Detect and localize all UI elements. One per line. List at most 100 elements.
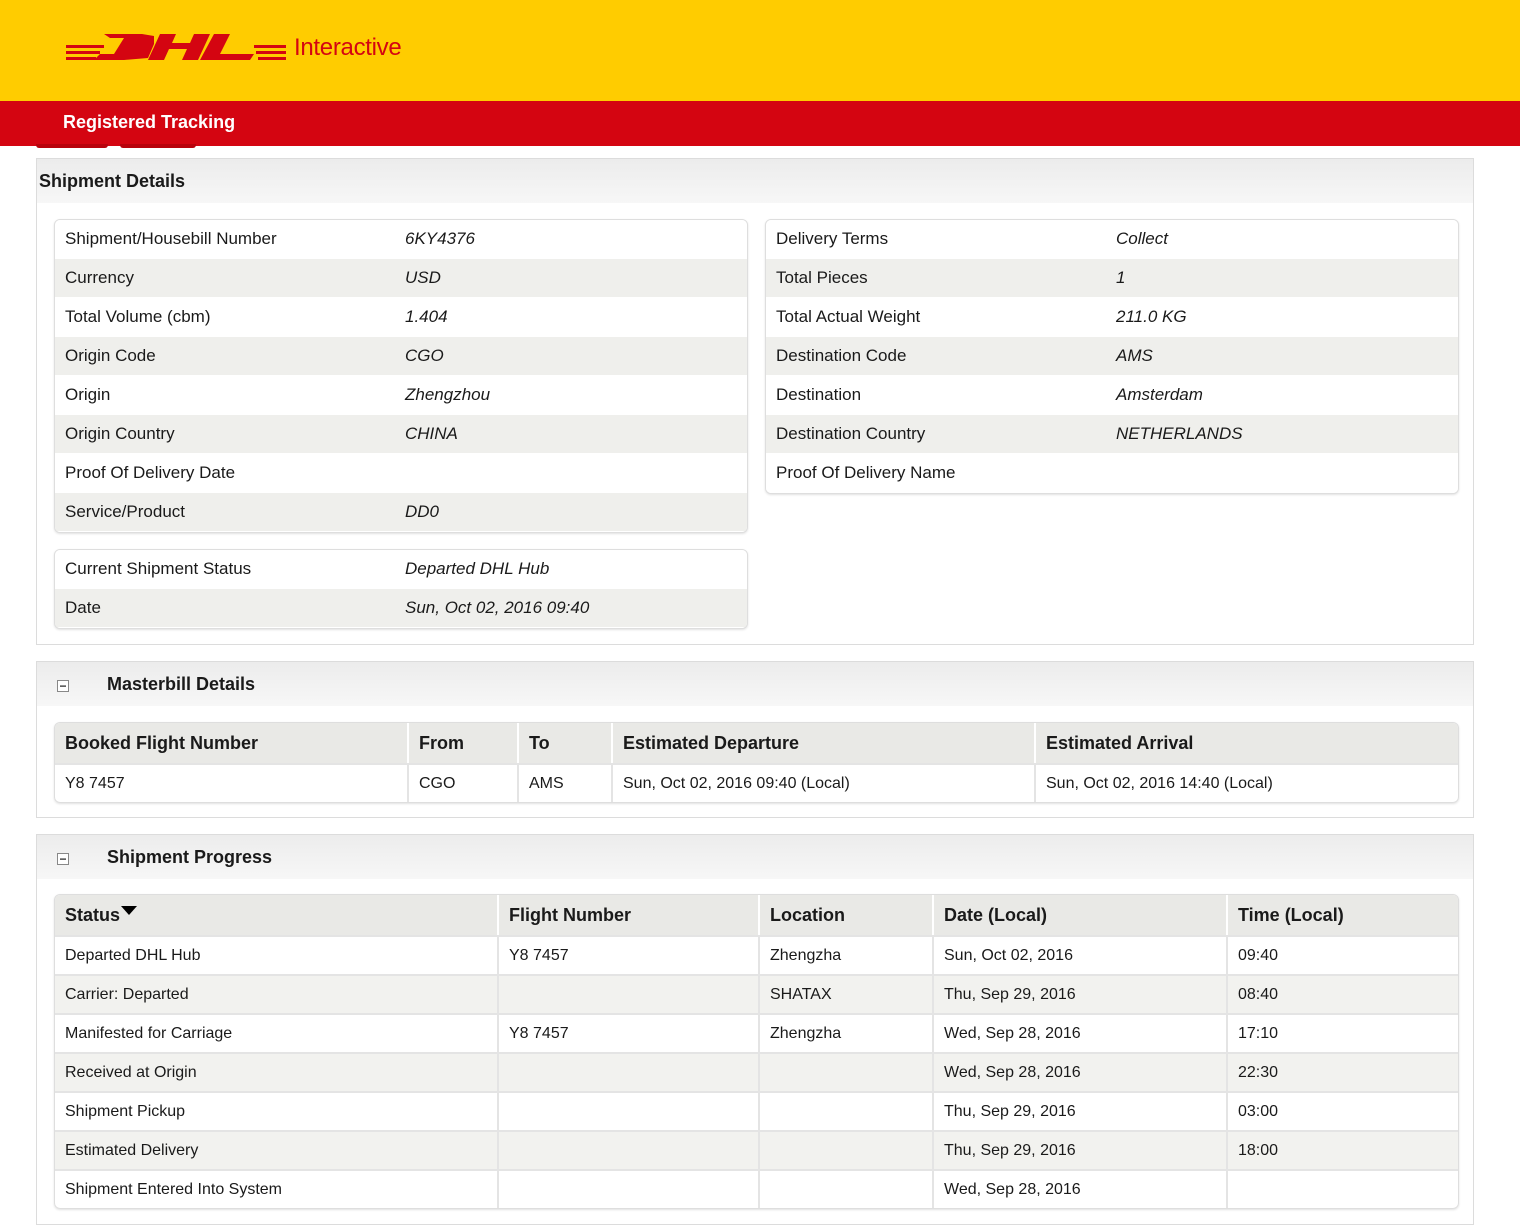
nav-tab-indicator [120, 144, 196, 148]
column-header[interactable]: Estimated Departure [613, 723, 1036, 763]
detail-label: Current Shipment Status [65, 559, 252, 578]
table-cell: CGO [409, 763, 519, 802]
table-cell: Zhengzha [760, 1013, 934, 1052]
column-header[interactable]: Flight Number [499, 895, 760, 935]
detail-row: Destination Country NETHERLANDS [766, 415, 1458, 454]
dhl-logo-icon [66, 34, 286, 60]
logo-subtitle: Interactive [294, 34, 402, 61]
table-row: Estimated Delivery Thu, Sep 29, 2016 18:00 [55, 1130, 1458, 1169]
detail-row: Destination Code AMS [766, 337, 1458, 376]
detail-row: Currency USD [55, 259, 747, 298]
detail-value: USD [405, 268, 441, 287]
table-cell: Sun, Oct 02, 2016 14:40 (Local) [1036, 763, 1458, 802]
detail-row: Origin Code CGO [55, 337, 747, 376]
table-cell [499, 974, 760, 1013]
collapse-toggle-icon[interactable]: − [57, 853, 69, 865]
detail-label: Origin Code [65, 346, 156, 365]
table-cell: Y8 7457 [499, 935, 760, 974]
column-header-label: Booked Flight Number [65, 732, 258, 753]
detail-label: Origin [65, 385, 111, 404]
detail-label: Destination Country [776, 424, 926, 443]
progress-table: Status Flight Number Location Date (Local) T… [54, 894, 1459, 1209]
table-cell: Shipment Pickup [55, 1091, 499, 1130]
detail-value: Zhengzhou [405, 385, 491, 404]
table-cell [499, 1091, 760, 1130]
detail-label: Service/Product [65, 502, 185, 521]
detail-value: CHINA [405, 424, 458, 443]
nav-title[interactable]: Registered Tracking [63, 112, 235, 133]
header-bar: Interactive [0, 0, 1520, 101]
column-header-label: Date (Local) [944, 904, 1048, 925]
detail-row: Service/Product DD0 [55, 493, 747, 532]
column-header-label: To [529, 732, 550, 753]
shipment-info-left: Shipment/Housebill Number 6KY4376 Currency… [54, 219, 748, 533]
table-cell: Estimated Delivery [55, 1130, 499, 1169]
current-status-box: Current Shipment Status Departed DHL Hub D… [54, 549, 748, 629]
table-cell [760, 1052, 934, 1091]
column-header[interactable]: Date (Local) [934, 895, 1228, 935]
detail-row: Proof Of Delivery Name [766, 454, 1458, 493]
table-cell [760, 1169, 934, 1208]
table-cell: 08:40 [1228, 974, 1458, 1013]
table-cell [1228, 1169, 1458, 1208]
detail-value: AMS [1116, 346, 1153, 365]
detail-label: Proof Of Delivery Date [65, 463, 236, 482]
table-cell: SHATAX [760, 974, 934, 1013]
detail-label: Destination Code [776, 346, 907, 365]
table-row: Received at Origin Wed, Sep 28, 2016 22:30 [55, 1052, 1458, 1091]
detail-value: 211.0 KG [1116, 307, 1187, 326]
masterbill-header[interactable]: − Masterbill Details [37, 662, 1473, 706]
shipment-info-right: Delivery Terms Collect Total Pieces 1 Total … [765, 219, 1459, 494]
progress-header[interactable]: − Shipment Progress [37, 835, 1473, 879]
detail-label: Delivery Terms [776, 229, 889, 248]
table-cell: Sun, Oct 02, 2016 [934, 935, 1228, 974]
detail-value: NETHERLANDS [1116, 424, 1243, 443]
table-cell: Sun, Oct 02, 2016 09:40 (Local) [613, 763, 1036, 802]
detail-label: Currency [65, 268, 134, 287]
detail-value: 6KY4376 [405, 229, 475, 248]
detail-value: Collect [1116, 229, 1168, 248]
shipment-details-header: Shipment Details [37, 159, 1473, 203]
collapse-toggle-icon[interactable]: − [57, 680, 69, 692]
detail-row: Origin Country CHINA [55, 415, 747, 454]
table-cell: 18:00 [1228, 1130, 1458, 1169]
detail-row: Total Pieces 1 [766, 259, 1458, 298]
shipment-details-panel: Shipment Details Shipment/Housebill Numb… [36, 158, 1474, 645]
table-cell: 09:40 [1228, 935, 1458, 974]
column-header-label: Location [770, 904, 845, 925]
table-cell: Zhengzha [760, 935, 934, 974]
shipment-progress-panel: − Shipment Progress Status Flight Number L… [36, 834, 1474, 1225]
table-cell: Thu, Sep 29, 2016 [934, 1091, 1228, 1130]
detail-row: Delivery Terms Collect [766, 220, 1458, 259]
column-header[interactable]: Location [760, 895, 934, 935]
table-row: Carrier: Departed SHATAX Thu, Sep 29, 2016… [55, 974, 1458, 1013]
nav-tab-indicator [36, 144, 108, 148]
column-header[interactable]: Time (Local) [1228, 895, 1458, 935]
table-cell: Shipment Entered Into System [55, 1169, 499, 1208]
table-cell: Received at Origin [55, 1052, 499, 1091]
table-row: Shipment Pickup Thu, Sep 29, 2016 03:00 [55, 1091, 1458, 1130]
detail-value: CGO [405, 346, 444, 365]
column-header[interactable]: Status [55, 895, 499, 935]
column-header[interactable]: To [519, 723, 613, 763]
column-header[interactable]: From [409, 723, 519, 763]
table-cell: 03:00 [1228, 1091, 1458, 1130]
table-cell: Wed, Sep 28, 2016 [934, 1169, 1228, 1208]
table-row: Manifested for Carriage Y8 7457 Zhengzha We… [55, 1013, 1458, 1052]
detail-label: Destination [776, 385, 862, 404]
table-cell [499, 1130, 760, 1169]
masterbill-title: Masterbill Details [107, 673, 256, 694]
column-header[interactable]: Booked Flight Number [55, 723, 409, 763]
column-header[interactable]: Estimated Arrival [1036, 723, 1458, 763]
dhl-logo[interactable]: Interactive [64, 28, 402, 68]
table-row: Y8 7457 CGO AMS Sun, Oct 02, 2016 09:40 (Lo… [55, 763, 1458, 802]
detail-value: Departed DHL Hub [405, 559, 550, 578]
detail-label: Date [65, 598, 101, 617]
detail-row: Destination Amsterdam [766, 376, 1458, 415]
column-header-label: Flight Number [509, 904, 631, 925]
table-cell [760, 1130, 934, 1169]
sort-descending-icon[interactable] [121, 905, 138, 915]
table-row: Shipment Entered Into System Wed, Sep 28,… [55, 1169, 1458, 1208]
detail-row: Current Shipment Status Departed DHL Hub [55, 550, 747, 589]
table-cell: Carrier: Departed [55, 974, 499, 1013]
